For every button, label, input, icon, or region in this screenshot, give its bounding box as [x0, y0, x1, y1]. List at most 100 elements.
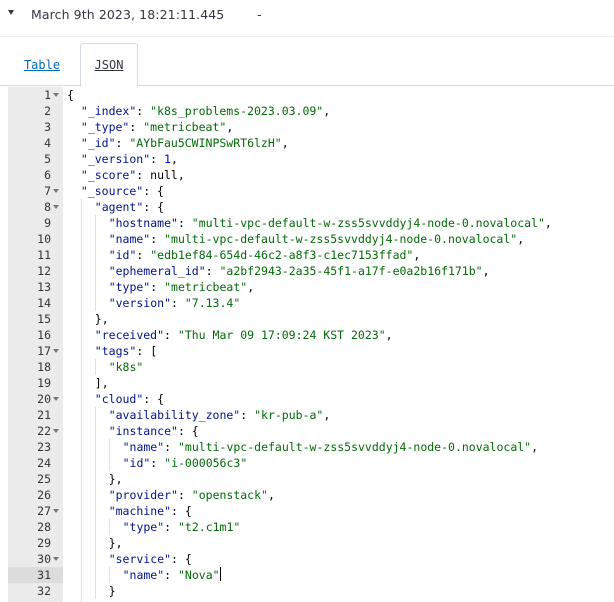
line-number: 26: [37, 488, 51, 502]
code-line[interactable]: 8 "agent": {: [8, 199, 614, 215]
code-line[interactable]: 30 "service": {: [8, 551, 614, 567]
indent-guide: [80, 567, 82, 583]
indent-guide: [80, 391, 82, 407]
json-punctuation: :: [164, 520, 178, 534]
code-line[interactable]: 15},: [8, 311, 614, 327]
code-line[interactable]: 2 "_index": "k8s_problems-2023.03.09",: [8, 103, 614, 119]
code-line[interactable]: 19],: [8, 375, 614, 391]
code-line[interactable]: 7 "_source": {: [8, 183, 614, 199]
code-text: "_id": "AYbFau5CWINPSwRT6lzH",: [81, 135, 289, 151]
code-line[interactable]: 32}: [8, 583, 614, 599]
json-punctuation: ,: [177, 168, 185, 182]
json-key: "provider": [108, 488, 178, 502]
code-line[interactable]: 5 "_version": 1,: [8, 151, 614, 167]
code-line[interactable]: 13 "type": "metricbeat",: [8, 279, 614, 295]
line-number: 10: [37, 232, 51, 246]
line-number: 11: [37, 248, 51, 262]
indent-guide: [80, 343, 82, 359]
code-line[interactable]: 27 "machine": {: [8, 503, 614, 519]
line-number: 16: [37, 328, 51, 342]
fold-toggle-icon[interactable]: [53, 429, 59, 433]
json-punctuation: null: [150, 168, 178, 182]
line-number: 20: [37, 392, 51, 406]
json-editor[interactable]: 1{2 "_index": "k8s_problems-2023.03.09", 3…: [8, 87, 614, 602]
fold-toggle-icon[interactable]: [53, 397, 59, 401]
code-text: "instance": {: [109, 423, 199, 439]
code-line[interactable]: 18 "k8s": [8, 359, 614, 375]
code-line[interactable]: 4 "_id": "AYbFau5CWINPSwRT6lzH",: [8, 135, 614, 151]
code-line[interactable]: 24 "id": "i-000056c3": [8, 455, 614, 471]
code-text: "name": "multi-vpc-default-w-zss5svvddyj…: [123, 439, 538, 455]
code-line[interactable]: 11 "id": "edb1ef84-654d-46c2-a8f3-c1ec715…: [8, 247, 614, 263]
json-key: "_source": [80, 184, 144, 198]
code-line[interactable]: 23 "name": "multi-vpc-default-w-zss5svvdd…: [8, 439, 614, 455]
json-punctuation: : {: [143, 184, 164, 198]
fold-toggle-icon[interactable]: [53, 349, 59, 353]
line-number: 6: [44, 168, 51, 182]
code-line[interactable]: 21 "availability_zone": "kr-pub-a",: [8, 407, 614, 423]
line-number: 14: [37, 296, 51, 310]
indent-guide: [94, 567, 96, 583]
json-punctuation: ,: [323, 408, 331, 422]
json-string: "k8s": [108, 360, 144, 374]
json-key: "ephemeral_id": [108, 264, 206, 278]
line-number: 5: [44, 152, 51, 166]
code-line[interactable]: 14 "version": "7.13.4": [8, 295, 614, 311]
json-string: "AYbFau5CWINPSwRT6lzH": [129, 136, 282, 150]
tab-json[interactable]: JSON: [80, 43, 138, 87]
json-punctuation: :: [136, 168, 151, 182]
code-text: "_type": "metricbeat",: [81, 119, 233, 135]
code-text: "received": "Thu Mar 09 17:09:24 KST 202…: [95, 327, 393, 343]
json-punctuation: :: [164, 440, 178, 454]
indent-guide: [80, 263, 82, 279]
line-number: 4: [44, 136, 51, 150]
code-text: "_source": {: [81, 183, 164, 199]
json-key: "machine": [108, 504, 171, 518]
indent-guide: [80, 327, 82, 343]
code-line[interactable]: 20 "cloud": {: [8, 391, 614, 407]
indent-guide: [94, 231, 96, 247]
code-line[interactable]: 22 "instance": {: [8, 423, 614, 439]
fold-toggle-icon[interactable]: [53, 189, 59, 193]
line-number: 8: [44, 200, 51, 214]
line-number: 9: [44, 216, 51, 230]
indent-guide: [80, 215, 82, 231]
code-line[interactable]: 28 "type": "t2.c1m1": [8, 519, 614, 535]
code-line[interactable]: 6 "_score": null,: [8, 167, 614, 183]
indent-guide: [80, 455, 82, 471]
json-punctuation: : [: [136, 344, 158, 358]
code-line[interactable]: 17 "tags": [: [8, 343, 614, 359]
code-line[interactable]: 25},: [8, 471, 614, 487]
json-key: "_type": [80, 120, 130, 134]
code-line[interactable]: 10 "name": "multi-vpc-default-w-zss5svvdd…: [8, 231, 614, 247]
tab-table[interactable]: Table: [10, 43, 74, 87]
json-punctuation: {: [67, 88, 74, 102]
json-punctuation: ,: [385, 328, 393, 342]
code-text: "_version": 1,: [81, 151, 178, 167]
code-text: },: [109, 471, 123, 487]
json-key: "type": [122, 520, 165, 534]
code-text: "tags": [: [95, 343, 157, 359]
code-line[interactable]: 16 "received": "Thu Mar 09 17:09:24 KST 2…: [8, 327, 614, 343]
indent-guide: [94, 439, 96, 455]
code-text: "id": "i-000056c3": [123, 455, 248, 471]
json-string: "openstack": [191, 488, 268, 502]
indent-guide: [94, 295, 96, 311]
indent-guide: [94, 471, 96, 487]
fold-toggle-icon[interactable]: [53, 509, 59, 513]
code-line[interactable]: 31 "name": "Nova": [8, 567, 614, 583]
code-line[interactable]: 9 "hostname": "multi-vpc-default-w-zss5sv…: [8, 215, 614, 231]
code-line[interactable]: 29},: [8, 535, 614, 551]
line-number: 17: [37, 344, 51, 358]
code-text: "k8s": [109, 359, 144, 375]
code-line[interactable]: 1{: [8, 87, 614, 103]
code-line[interactable]: 3 "_type": "metricbeat",: [8, 119, 614, 135]
indent-guide: [94, 263, 96, 279]
fold-toggle-icon[interactable]: [53, 557, 59, 561]
collapse-caret-icon[interactable]: [8, 10, 14, 15]
fold-toggle-icon[interactable]: [53, 93, 59, 97]
code-line[interactable]: 26 "provider": "openstack",: [8, 487, 614, 503]
fold-toggle-icon[interactable]: [53, 205, 59, 209]
json-string: "metricbeat": [143, 120, 227, 134]
code-line[interactable]: 12 "ephemeral_id": "a2bf2943-2a35-45f1-a1…: [8, 263, 614, 279]
